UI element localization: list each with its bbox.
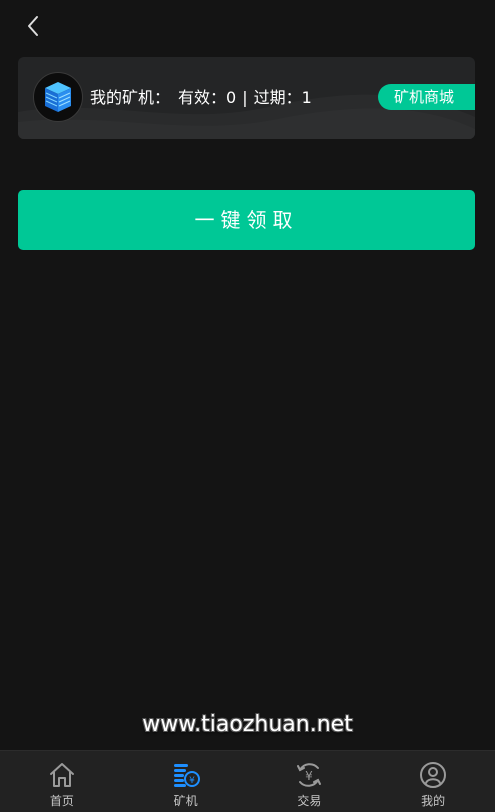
miner-shop-button[interactable]: 矿机商城	[378, 84, 475, 110]
tab-miner[interactable]: ¥ 矿机	[124, 751, 248, 812]
tab-profile[interactable]: 我的	[371, 751, 495, 812]
yen-exchange-icon: ¥	[297, 763, 322, 787]
one-click-claim-button[interactable]: 一键领取	[18, 190, 475, 250]
status-separator: |	[242, 88, 248, 107]
valid-label: 有效：	[178, 88, 227, 107]
expired-label: 过期：	[253, 88, 302, 107]
back-button[interactable]	[22, 12, 46, 40]
valid-count: 0	[226, 88, 237, 107]
tab-label: 交易	[297, 794, 322, 808]
user-icon	[420, 762, 447, 788]
tab-label: 首页	[49, 794, 74, 808]
svg-text:¥: ¥	[306, 769, 314, 783]
chevron-left-icon	[28, 16, 38, 36]
home-icon	[49, 763, 74, 787]
tab-trade[interactable]: ¥ 交易	[248, 751, 372, 812]
watermark-text: www.tiaozhuan.net	[142, 712, 353, 737]
miner-status-text: 我的矿机： 有效：0 | 过期：1	[90, 86, 312, 110]
svg-text:¥: ¥	[189, 776, 195, 786]
tab-home[interactable]: 首页	[0, 751, 124, 812]
miner-label: 我的矿机：	[90, 88, 171, 107]
miner-summary-card: 我的矿机： 有效：0 | 过期：1 矿机商城	[18, 57, 475, 139]
tab-label: 矿机	[173, 794, 198, 808]
tab-label: 我的	[421, 794, 446, 808]
miner-coin-icon: ¥	[173, 764, 200, 787]
bottom-tab-bar: 首页 ¥ 矿机 ¥ 交易 我的	[0, 750, 495, 812]
expired-count: 1	[301, 88, 312, 107]
server-stack-icon	[33, 72, 83, 122]
